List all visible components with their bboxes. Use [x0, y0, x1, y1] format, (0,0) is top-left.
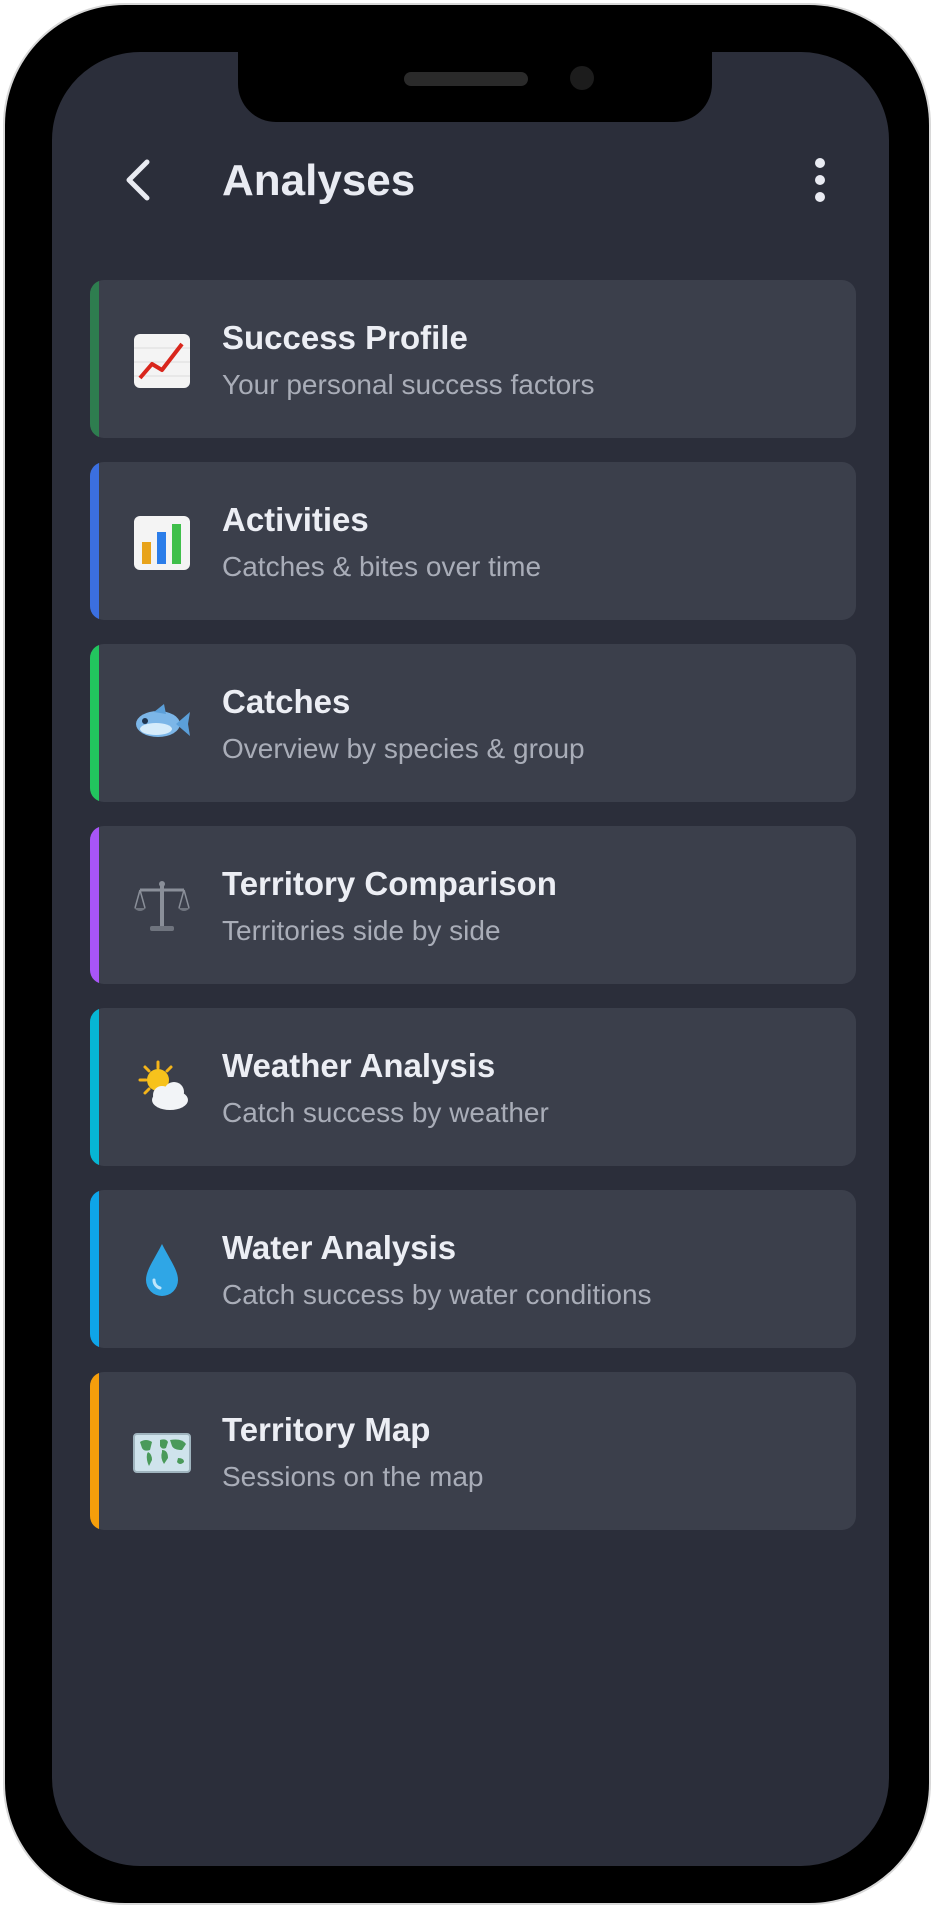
phone-frame: Analyses Success Profile Your personal s…	[5, 5, 929, 1903]
card-subtitle: Catch success by water conditions	[222, 1279, 652, 1310]
card-accent	[90, 1008, 99, 1166]
app-screen: Analyses Success Profile Your personal s…	[52, 52, 889, 1866]
more-options-button[interactable]	[792, 152, 848, 208]
analysis-card-weather-analysis[interactable]: Weather Analysis Catch success by weathe…	[90, 1008, 856, 1166]
card-title: Activities	[222, 501, 369, 538]
more-vertical-icon	[815, 158, 825, 202]
scales-icon	[134, 881, 190, 931]
card-title: Water Analysis	[222, 1229, 457, 1266]
analysis-card-territory-map[interactable]: Territory Map Sessions on the map	[90, 1372, 856, 1530]
app-header: Analyses	[52, 132, 889, 230]
card-accent	[90, 644, 99, 802]
card-subtitle: Sessions on the map	[222, 1461, 484, 1492]
analysis-card-activities[interactable]: Activities Catches & bites over time	[90, 462, 856, 620]
speaker-grille	[404, 72, 528, 86]
card-title: Success Profile	[222, 319, 468, 356]
page-title: Analyses	[222, 156, 416, 205]
front-camera	[570, 66, 594, 90]
card-subtitle: Catches & bites over time	[222, 551, 542, 582]
analysis-card-water-analysis[interactable]: Water Analysis Catch success by water co…	[90, 1190, 856, 1348]
sun-cloud-icon	[138, 1060, 188, 1110]
trend-chart-icon	[134, 334, 190, 388]
card-title: Catches	[222, 683, 351, 720]
world-map-icon	[133, 1433, 191, 1473]
analyses-list: Success Profile Your personal success fa…	[90, 280, 856, 1554]
droplet-icon	[146, 1244, 178, 1296]
card-accent	[90, 1372, 99, 1530]
card-title: Territory Comparison	[222, 865, 557, 902]
card-title: Territory Map	[222, 1411, 431, 1448]
card-accent	[90, 462, 99, 620]
analysis-card-catches[interactable]: Catches Overview by species & group	[90, 644, 856, 802]
card-accent	[90, 826, 99, 984]
analysis-card-territory-comparison[interactable]: Territory Comparison Territories side by…	[90, 826, 856, 984]
bar-chart-icon	[134, 516, 190, 570]
card-title: Weather Analysis	[222, 1047, 496, 1084]
analysis-card-success-profile[interactable]: Success Profile Your personal success fa…	[90, 280, 856, 438]
card-subtitle: Your personal success factors	[222, 369, 595, 400]
card-subtitle: Catch success by weather	[222, 1097, 549, 1128]
card-subtitle: Territories side by side	[222, 915, 501, 946]
device-notch	[238, 52, 712, 122]
card-accent	[90, 280, 99, 438]
fish-icon	[136, 704, 190, 737]
chevron-left-icon	[126, 159, 150, 201]
card-accent	[90, 1190, 99, 1348]
card-subtitle: Overview by species & group	[222, 733, 585, 764]
back-button[interactable]	[110, 152, 166, 208]
